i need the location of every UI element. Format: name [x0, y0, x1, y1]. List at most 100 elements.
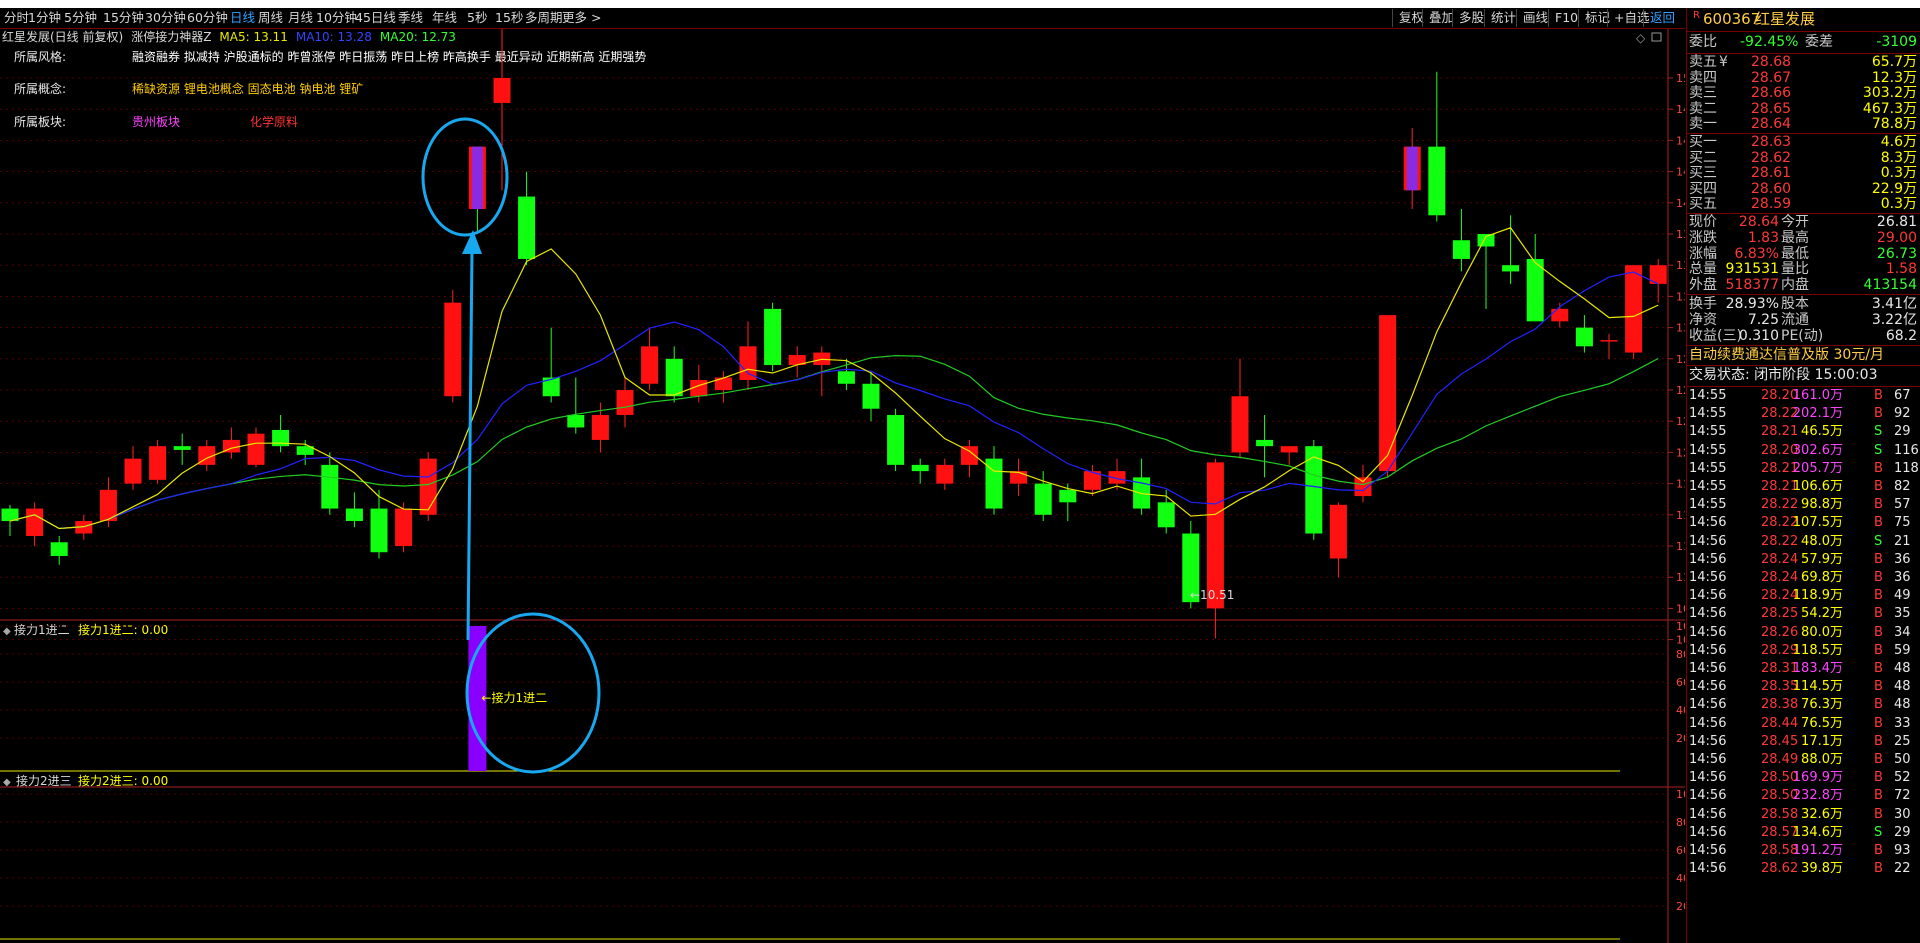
- stat-label: 今开: [1781, 214, 1809, 230]
- tick-side: B: [1874, 679, 1883, 695]
- tick-time: 14:56: [1689, 733, 1727, 749]
- timeframe-3[interactable]: 15分钟: [103, 8, 144, 28]
- price-tick-label: 12.00: [1676, 446, 1685, 459]
- stat-row: 外盘 518377 内盘 413154: [1687, 277, 1920, 293]
- kline-chart-area[interactable]: 15.00 14.75 14.50 14.25 14.00 13.75 13.50 13.25…: [0, 29, 1685, 943]
- tick-row: 14:56 28.50 232.8万 B 72: [1687, 787, 1920, 805]
- indicator-tick-label: 20.00: [1676, 900, 1685, 913]
- timeframe-14[interactable]: 15秒: [495, 8, 523, 28]
- tick-volume: 169.9万: [1792, 770, 1843, 786]
- ask-label: 卖五: [1689, 54, 1717, 70]
- tick-time: 14:56: [1689, 679, 1727, 695]
- price-tick-label: 15.00: [1676, 72, 1685, 85]
- tick-row: 14:55 28.22 202.1万 B 92: [1687, 405, 1920, 423]
- timeframe-7[interactable]: 周线: [258, 8, 283, 28]
- bid-price: 28.63: [1751, 134, 1792, 150]
- timeframe-5[interactable]: 60分钟: [187, 8, 228, 28]
- tick-volume: 98.8万: [1801, 497, 1843, 513]
- tick-volume: 46.5万: [1801, 424, 1843, 440]
- price-tick-label: 14.25: [1676, 166, 1685, 179]
- candle-body: [1059, 489, 1077, 503]
- tick-side: B: [1874, 715, 1883, 731]
- stat-label: 外盘: [1689, 277, 1717, 294]
- ask-row: 卖三 28.66 303.2万: [1687, 85, 1920, 101]
- candle-body: [1551, 308, 1569, 322]
- price-tick-label: 13.50: [1676, 259, 1685, 272]
- bid-volume: 22.9万: [1871, 180, 1917, 197]
- tick-count: 59: [1894, 642, 1911, 658]
- trade-status-text: 交易状态: 闭市阶段 15:00:03: [1689, 367, 1878, 383]
- candle-body: [1502, 265, 1520, 272]
- timeframe-6[interactable]: 日线: [230, 8, 255, 28]
- tick-time: 14:56: [1689, 533, 1727, 549]
- price-tick-label: 10.50: [1676, 634, 1685, 647]
- bid-volume: 8.3万: [1880, 149, 1917, 166]
- tick-side: B: [1874, 515, 1883, 531]
- tick-count: 48: [1894, 679, 1911, 695]
- tick-count: 48: [1894, 697, 1911, 713]
- timeframe-16[interactable]: 更多 >: [562, 8, 601, 28]
- timeframe-0[interactable]: 分时: [4, 8, 29, 28]
- tick-count: 50: [1894, 752, 1911, 767]
- candle-body: [1157, 502, 1175, 528]
- candle-body: [395, 508, 413, 546]
- tick-row: 14:56 28.49 88.0万 B 50: [1687, 751, 1920, 769]
- divider: [1687, 294, 1920, 295]
- stat-label: 内盘: [1781, 277, 1809, 294]
- candle-body: [641, 346, 659, 384]
- info-label: 所属概念:: [14, 81, 66, 96]
- candle-body: [887, 414, 905, 465]
- tick-price: 28.24: [1761, 570, 1799, 585]
- timeframe-10[interactable]: 45日线: [355, 8, 396, 28]
- tick-side: B: [1874, 661, 1883, 676]
- tick-count: 118: [1894, 460, 1919, 476]
- price-tick-label: 13.25: [1676, 290, 1685, 303]
- ask-label: 卖四: [1689, 69, 1717, 86]
- ask-price: 28.67: [1751, 69, 1792, 86]
- timeframe-12[interactable]: 年线: [432, 8, 457, 28]
- tick-volume: 202.1万: [1792, 406, 1843, 422]
- tick-side: S: [1874, 824, 1883, 840]
- tick-time: 14:56: [1689, 551, 1727, 567]
- tick-side: B: [1874, 551, 1883, 567]
- timeframe-1[interactable]: 1分钟: [28, 8, 61, 28]
- ask-row: 卖四 28.67 12.3万: [1687, 70, 1920, 86]
- tick-price: 28.22: [1761, 497, 1799, 513]
- ask-row: 卖二 28.65 467.3万: [1687, 101, 1920, 117]
- timeframe-4[interactable]: 30分钟: [145, 8, 186, 28]
- tick-count: 57: [1894, 497, 1911, 513]
- timeframe-8[interactable]: 月线: [288, 8, 313, 28]
- candle-body: [1206, 462, 1224, 609]
- promo-banner[interactable]: 自动续费通达信普及版 30元/月: [1687, 346, 1920, 365]
- tick-time: 14:55: [1689, 479, 1727, 494]
- timeframe-13[interactable]: 5秒: [467, 8, 487, 28]
- timeframe-15[interactable]: 多周期: [525, 8, 563, 28]
- indicator-tick-label: 80.00: [1676, 648, 1685, 661]
- tick-row: 14:56 28.58 32.6万 B 30: [1687, 806, 1920, 824]
- candle-body: [173, 446, 191, 450]
- price-tick-label: 11.00: [1676, 571, 1685, 584]
- stat-label: 换手: [1689, 296, 1717, 312]
- sector-tag-1: 贵州板块: [132, 115, 180, 129]
- tick-time: 14:56: [1689, 788, 1727, 804]
- candle-body: [518, 196, 536, 259]
- badge: R: [1693, 10, 1700, 21]
- stat-label: 量比: [1781, 261, 1809, 278]
- tick-price: 28.44: [1761, 715, 1799, 731]
- candle-body: [1256, 439, 1274, 447]
- tick-count: 67: [1894, 388, 1911, 403]
- candle-body: [911, 464, 929, 472]
- stat-value: 7.25: [1747, 311, 1779, 328]
- tick-side: B: [1874, 788, 1883, 804]
- timeframe-9[interactable]: 10分钟: [316, 8, 357, 28]
- price-tick-label: 14.00: [1676, 197, 1685, 210]
- timeframe-2[interactable]: 5分钟: [64, 8, 97, 28]
- candle-body: [444, 302, 462, 397]
- candle-body: [1452, 240, 1470, 259]
- tick-count: 82: [1894, 479, 1911, 494]
- tick-side: B: [1874, 843, 1883, 858]
- timeframe-11[interactable]: 季线: [398, 8, 423, 28]
- tool-button-8[interactable]: 返回: [1643, 9, 1681, 27]
- ask-price: 28.66: [1751, 85, 1792, 102]
- tick-volume: 106.6万: [1792, 479, 1843, 494]
